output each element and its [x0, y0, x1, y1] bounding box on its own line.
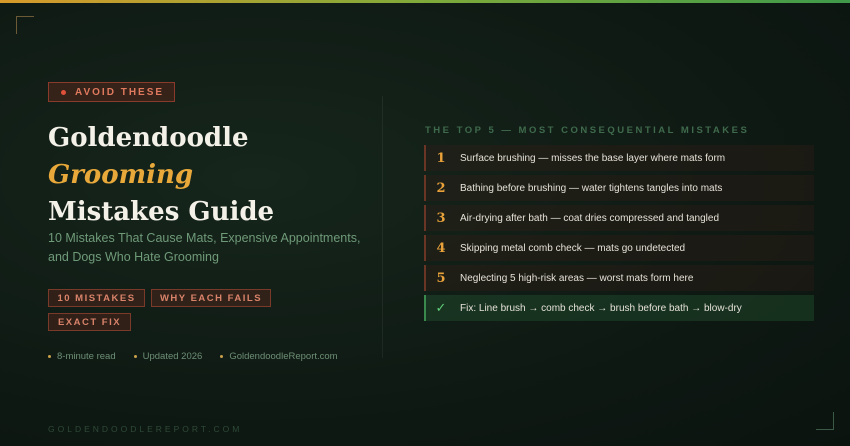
red-dot-icon — [61, 89, 66, 95]
footer-site: GOLDENDOODLEREPORT.COM — [48, 424, 243, 434]
list-heading: THE TOP 5 — MOST CONSEQUENTIAL MISTAKES — [425, 125, 750, 136]
checkmark-icon: ✓ — [435, 300, 447, 316]
list-item-text: Skipping metal comb check — mats go unde… — [460, 242, 686, 254]
meta-site-label: GoldendoodleReport.com — [229, 351, 338, 362]
list-item: 5 Neglecting 5 high-risk areas — worst m… — [424, 265, 814, 291]
tag-mistakes: 10 MISTAKES — [48, 289, 145, 307]
fix-item: ✓ Fix: Line brush → comb check → brush b… — [424, 295, 814, 321]
list-item-text: Air-drying after bath — coat dries compr… — [460, 212, 720, 224]
list-item: 3 Air-drying after bath — coat dries com… — [424, 205, 814, 231]
avoid-badge: AVOID THESE — [48, 82, 175, 102]
meta-read-time: 8-minute read — [48, 351, 116, 362]
bullet-icon — [48, 355, 51, 358]
list-item-number: 5 — [436, 270, 446, 286]
column-divider — [382, 96, 383, 358]
meta-info: 8-minute read Updated 2026 GoldendoodleR… — [48, 351, 338, 362]
title-line-2-accent: Grooming — [48, 160, 194, 190]
subtitle: 10 Mistakes That Cause Mats, Expensive A… — [48, 229, 368, 267]
meta-site: GoldendoodleReport.com — [220, 351, 338, 362]
top-accent-bar — [0, 0, 850, 3]
meta-updated-label: Updated 2026 — [142, 351, 203, 362]
meta-read-time-label: 8-minute read — [57, 351, 116, 362]
title-line-3: Mistakes Guide — [48, 197, 275, 227]
list-item-number: 2 — [436, 180, 446, 196]
list-item: 1 Surface brushing — misses the base lay… — [424, 145, 814, 171]
tag-exact-fix: EXACT FIX — [48, 313, 131, 331]
tag-why-each-fails: WHY EACH FAILS — [151, 289, 271, 307]
bullet-icon — [220, 355, 224, 358]
avoid-badge-label: AVOID THESE — [75, 86, 165, 98]
list-item-text: Neglecting 5 high-risk areas — worst mat… — [460, 272, 694, 284]
list-item-number: 3 — [436, 210, 446, 226]
bullet-icon — [133, 355, 137, 358]
subtitle-line-2: and Dogs Who Hate Grooming — [48, 250, 219, 264]
corner-bracket-top-left — [16, 16, 34, 34]
list-item: 4 Skipping metal comb check — mats go un… — [424, 235, 814, 261]
list-item-number: 1 — [436, 150, 446, 166]
list-item: 2 Bathing before brushing — water tighte… — [424, 175, 814, 201]
list-item-number: 4 — [436, 240, 446, 256]
page-title: Goldendoodle Grooming Mistakes Guide — [48, 120, 368, 231]
fix-item-text: Fix: Line brush → comb check → brush bef… — [460, 302, 742, 314]
subtitle-line-1: 10 Mistakes That Cause Mats, Expensive A… — [48, 231, 361, 245]
corner-bracket-bottom-right — [816, 412, 834, 430]
list-item-text: Bathing before brushing — water tightens… — [460, 182, 723, 194]
title-line-1: Goldendoodle — [48, 123, 249, 153]
meta-updated: Updated 2026 — [133, 351, 203, 362]
list-item-text: Surface brushing — misses the base layer… — [460, 152, 726, 164]
